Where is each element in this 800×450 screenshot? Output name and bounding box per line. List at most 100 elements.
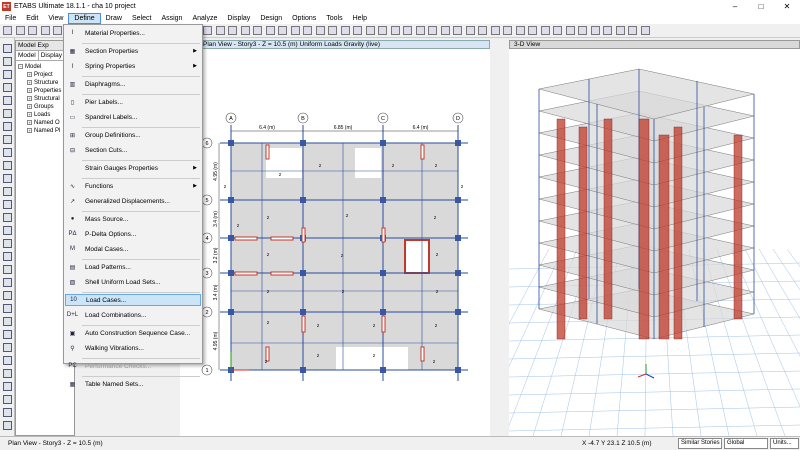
left-tool-icon[interactable] [3,382,12,391]
left-tool-icon[interactable] [3,83,12,92]
left-tool-icon[interactable] [3,317,12,326]
expand-icon[interactable]: + [27,88,32,93]
left-tool-icon[interactable] [3,161,12,170]
toolbar-tool-icon[interactable] [628,26,637,35]
toolbar-tool-icon[interactable] [453,26,462,35]
plan-view[interactable]: A B C D 6 5 4 3 2 1 2 2 2 2 2 2 2 2 2 2 2 2 2 2 2 2 2 2 2 2 2 2 2 2 6.4 (m… [200,49,490,436]
left-tool-icon[interactable] [3,291,12,300]
toolbar-tool-icon[interactable] [403,26,412,35]
menu-item-spring-properties[interactable]: ⌇ Spring Properties ▶ [65,60,201,72]
view3d[interactable] [448,49,800,437]
toolbar-tool-icon[interactable] [515,26,525,35]
toolbar-tool-icon[interactable] [228,26,237,35]
toolbar-tool-icon[interactable] [240,26,250,35]
menu-view[interactable]: View [43,13,68,24]
toolbar-tool-icon[interactable] [215,26,225,35]
expand-icon[interactable]: − [18,64,23,69]
expand-icon[interactable]: + [27,80,32,85]
menu-item-section-properties[interactable]: ▦ Section Properties ▶ [65,45,201,57]
view3d-canvas[interactable] [448,49,800,437]
toolbar-tool-icon[interactable] [465,26,475,35]
menu-help[interactable]: Help [348,13,372,24]
toolbar-tool-icon[interactable] [253,26,262,35]
toolbar-tool-icon[interactable] [378,26,387,35]
toolbar-tool-icon[interactable] [578,26,587,35]
toolbar-tool-icon[interactable] [603,26,612,35]
toolbar-tool-icon[interactable] [390,26,400,35]
menu-assign[interactable]: Assign [156,13,187,24]
toolbar-tool-icon[interactable] [3,26,12,35]
left-tool-icon[interactable] [3,200,12,209]
menu-define[interactable]: Define [68,13,101,24]
toolbar-tool-icon[interactable] [28,26,37,35]
left-tool-icon[interactable] [3,343,12,352]
left-tool-icon[interactable] [3,135,12,144]
toolbar-tool-icon[interactable] [540,26,550,35]
left-tool-icon[interactable] [3,278,12,287]
toolbar-tool-icon[interactable] [278,26,287,35]
close-button[interactable]: ✕ [774,0,800,13]
toolbar-tool-icon[interactable] [503,26,512,35]
menu-item-strain-gauges-properties[interactable]: Strain Gauges Properties ▶ [65,162,201,174]
menu-tools[interactable]: Tools [321,13,347,24]
left-tool-icon[interactable] [3,408,12,417]
menu-item-auto-construction-sequence-case[interactable]: ▣ Auto Construction Sequence Case... [65,327,201,339]
menu-item-functions[interactable]: ∿ Functions ▶ [65,180,201,192]
menu-item-material-properties[interactable]: I Material Properties... [65,27,201,39]
menu-analyze[interactable]: Analyze [187,13,222,24]
left-tool-icon[interactable] [3,421,12,430]
toolbar-tool-icon[interactable] [528,26,537,35]
left-tool-icon[interactable] [3,265,12,274]
toolbar-tool-icon[interactable] [15,26,25,35]
menu-item-group-definitions[interactable]: ⊞ Group Definitions... [65,129,201,141]
toolbar-tool-icon[interactable] [565,26,575,35]
left-tool-icon[interactable] [3,213,12,222]
menu-design[interactable]: Design [255,13,287,24]
toolbar-tool-icon[interactable] [315,26,325,35]
menu-item-generalized-displacements[interactable]: ↗ Generalized Displacements... [65,195,201,207]
menu-item-load-patterns[interactable]: ▤ Load Patterns... [65,261,201,273]
left-tool-icon[interactable] [3,239,12,248]
menu-item-mass-source[interactable]: ● Mass Source... [65,213,201,225]
menu-display[interactable]: Display [222,13,255,24]
toolbar-tool-icon[interactable] [640,26,650,35]
menu-select[interactable]: Select [127,13,156,24]
toolbar-tool-icon[interactable] [203,26,212,35]
minimize-button[interactable]: – [722,0,748,13]
left-tool-icon[interactable] [3,109,12,118]
maximize-button[interactable]: □ [748,0,774,13]
units-button[interactable]: Units... [770,438,799,449]
toolbar-tool-icon[interactable] [265,26,275,35]
menu-item-diaphragms[interactable]: ▥ Diaphragms... [65,78,201,90]
toolbar-tool-icon[interactable] [53,26,62,35]
plan-view-title[interactable]: Plan View - Story3 - Z = 10.5 (m) Unifor… [200,40,490,49]
left-tool-icon[interactable] [3,356,12,365]
left-tool-icon[interactable] [3,44,12,53]
menu-draw[interactable]: Draw [101,13,127,24]
toolbar-tool-icon[interactable] [490,26,500,35]
toolbar-tool-icon[interactable] [440,26,450,35]
left-tool-icon[interactable] [3,187,12,196]
toolbar-tool-icon[interactable] [478,26,487,35]
menu-item-performance-checks[interactable]: PC Performance Checks... [65,360,201,372]
expand-icon[interactable]: + [27,120,32,125]
coord-system-select[interactable]: Global [724,438,768,449]
similar-stories-select[interactable]: Similar Stories [678,438,722,449]
tab-display[interactable]: Display [39,51,66,60]
left-tool-icon[interactable] [3,330,12,339]
menu-item-walking-vibrations[interactable]: ⚲ Walking Vibrations... [65,342,201,354]
expand-icon[interactable]: + [27,128,32,133]
left-tool-icon[interactable] [3,122,12,131]
menu-item-spandrel-labels[interactable]: ▭ Spandrel Labels... [65,111,201,123]
menu-item-pier-labels[interactable]: ▯ Pier Labels... [65,96,201,108]
toolbar-tool-icon[interactable] [303,26,312,35]
expand-icon[interactable]: + [27,96,32,101]
toolbar-tool-icon[interactable] [553,26,562,35]
left-tool-icon[interactable] [3,96,12,105]
left-tool-icon[interactable] [3,369,12,378]
toolbar-tool-icon[interactable] [590,26,600,35]
menu-edit[interactable]: Edit [21,13,43,24]
toolbar-tool-icon[interactable] [365,26,375,35]
menu-options[interactable]: Options [287,13,321,24]
toolbar-tool-icon[interactable] [428,26,437,35]
